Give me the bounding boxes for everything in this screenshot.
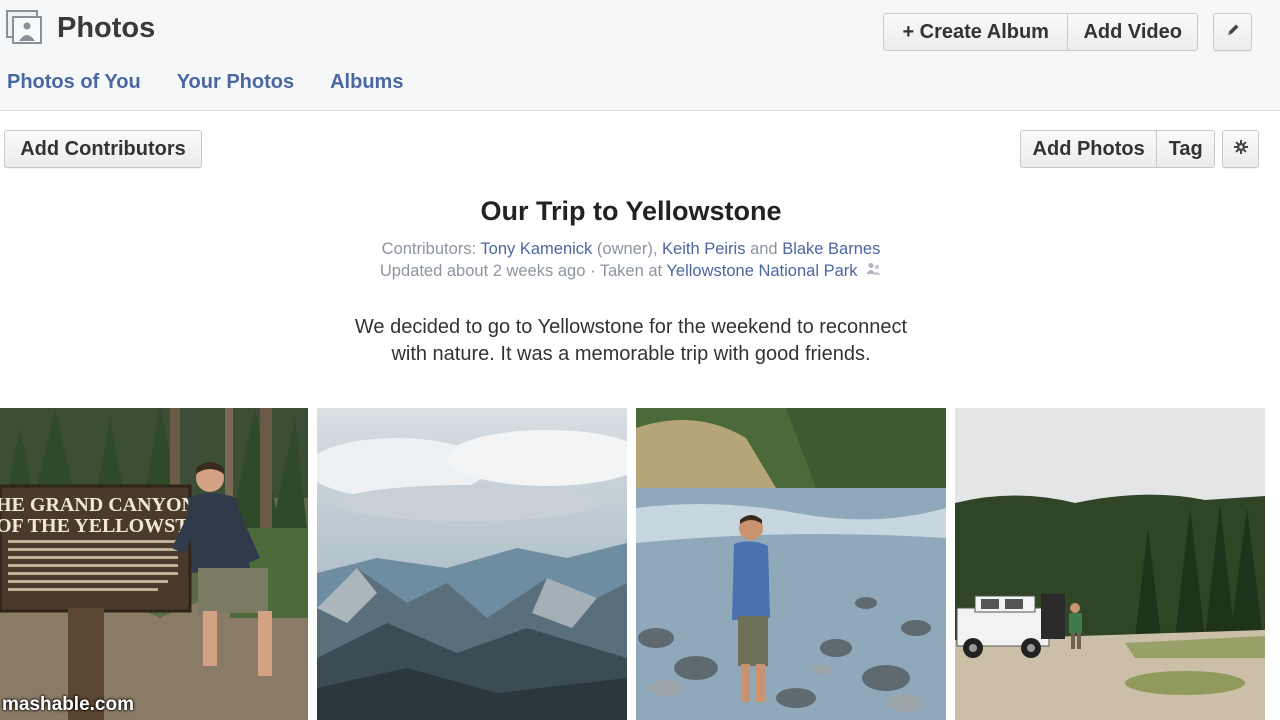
- contributor-link[interactable]: Blake Barnes: [782, 240, 880, 258]
- contributors-and: and: [750, 240, 778, 258]
- add-photos-button[interactable]: Add Photos: [1021, 131, 1156, 167]
- album-title: Our Trip to Yellowstone: [480, 196, 782, 226]
- photos-tabs: Photos of You Your Photos Albums: [7, 71, 403, 94]
- add-video-button[interactable]: Add Video: [1067, 14, 1197, 50]
- updated-text: Updated about 2 weeks ago · Taken at: [379, 262, 663, 280]
- tag-button[interactable]: Tag: [1156, 131, 1214, 167]
- watermark: mashable.com: [2, 694, 134, 715]
- audience-icon[interactable]: [866, 262, 882, 281]
- description-line: We decided to go to Yellowstone for the …: [354, 316, 908, 338]
- photos-header: Photos + Create Album Add Video Photos o…: [0, 0, 1280, 111]
- contributor-link[interactable]: Tony Kamenick: [480, 240, 592, 258]
- tab-photos-of-you[interactable]: Photos of You: [7, 71, 141, 94]
- location-link[interactable]: Yellowstone National Park: [666, 262, 857, 280]
- album-photo[interactable]: [955, 408, 1265, 720]
- owner-note: (owner),: [596, 240, 658, 258]
- album-actions: + Create Album Add Video: [883, 13, 1198, 51]
- create-album-button[interactable]: + Create Album: [884, 14, 1067, 50]
- photo-actions: Add Photos Tag: [1020, 130, 1215, 168]
- album-updated: Updated about 2 weeks ago · Taken at Yel…: [0, 262, 1262, 281]
- gear-icon: [1233, 138, 1249, 161]
- sign-text: HE GRAND CANYON: [0, 494, 197, 516]
- settings-button[interactable]: [1222, 130, 1259, 168]
- edit-button[interactable]: [1213, 13, 1252, 51]
- tab-albums[interactable]: Albums: [330, 71, 403, 94]
- tab-your-photos[interactable]: Your Photos: [177, 71, 294, 94]
- album-description: We decided to go to Yellowstone for the …: [0, 314, 1262, 368]
- description-line: with nature. It was a memorable trip wit…: [391, 343, 871, 365]
- pencil-icon: [1225, 21, 1241, 44]
- photos-icon: [6, 10, 42, 44]
- photos-page: Photos + Create Album Add Video Photos o…: [0, 0, 1280, 720]
- page-title: Photos: [57, 12, 156, 44]
- contributors-label: Contributors:: [381, 240, 477, 258]
- contributor-link[interactable]: Keith Peiris: [662, 240, 745, 258]
- album-contributors: Contributors: Tony Kamenick (owner), Kei…: [0, 240, 1262, 259]
- album-photo[interactable]: HE GRAND CANYON OF THE YELLOWSTONE: [0, 408, 308, 720]
- album-photo[interactable]: [636, 408, 946, 720]
- add-contributors-button[interactable]: Add Contributors: [4, 130, 202, 168]
- album-photo[interactable]: [317, 408, 627, 720]
